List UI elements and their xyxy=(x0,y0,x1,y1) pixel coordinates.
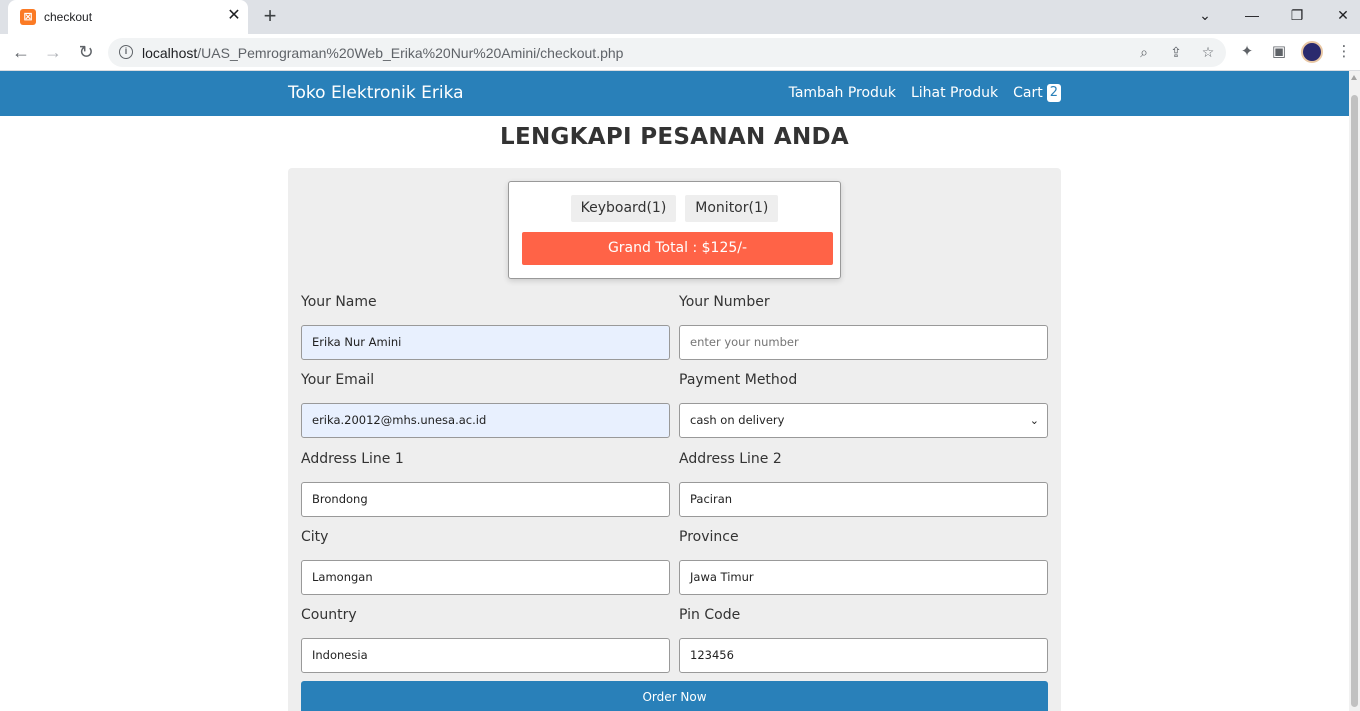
reload-icon[interactable]: ↻ xyxy=(74,40,98,64)
pincode-input[interactable]: 123456 xyxy=(679,638,1048,673)
tab-title: checkout xyxy=(44,10,93,24)
bookmark-star-icon[interactable]: ☆ xyxy=(1198,42,1218,62)
page-title: LENGKAPI PESANAN ANDA xyxy=(499,124,850,150)
nav-lihat-produk[interactable]: Lihat Produk xyxy=(911,85,998,101)
field-name: Your Name Erika Nur Amini xyxy=(301,294,670,360)
payment-label: Payment Method xyxy=(679,372,798,388)
site-info-icon[interactable]: i xyxy=(119,45,133,59)
country-label: Country xyxy=(301,607,357,623)
browser-tab[interactable]: ⊠ checkout ✕ xyxy=(8,0,248,34)
browser-toolbar: ← → ↻ i localhost/UAS_Pemrograman%20Web_… xyxy=(0,34,1360,71)
new-tab-icon[interactable]: + xyxy=(258,5,282,29)
scroll-up-arrow-icon[interactable] xyxy=(1351,75,1357,80)
field-email: Your Email erika.20012@mhs.unesa.ac.id xyxy=(301,372,670,438)
restore-icon[interactable]: ❐ xyxy=(1282,4,1312,26)
close-window-icon[interactable]: ✕ xyxy=(1328,4,1358,26)
cart-label: Cart xyxy=(1013,85,1043,101)
field-pincode: Pin Code 123456 xyxy=(679,607,1048,673)
address-bar[interactable]: i localhost/UAS_Pemrograman%20Web_Erika%… xyxy=(108,38,1226,67)
site-header: Toko Elektronik Erika Tambah Produk Liha… xyxy=(0,71,1349,116)
field-number: Your Number enter your number xyxy=(679,294,1048,360)
field-city: City Lamongan xyxy=(301,529,670,595)
order-now-button[interactable]: Order Now xyxy=(301,681,1048,711)
address1-input[interactable]: Brondong xyxy=(301,482,670,517)
brand-logo[interactable]: Toko Elektronik Erika xyxy=(288,83,464,103)
pincode-label: Pin Code xyxy=(679,607,741,623)
chevron-down-icon: ⌄ xyxy=(1029,414,1039,427)
page-viewport: Toko Elektronik Erika Tambah Produk Liha… xyxy=(0,71,1349,711)
tab-search-chevron-icon[interactable]: ⌄ xyxy=(1190,4,1220,26)
field-payment: Payment Method cash on delivery ⌄ xyxy=(679,372,1048,438)
summary-item: Monitor(1) xyxy=(685,195,779,222)
address2-label: Address Line 2 xyxy=(679,451,782,467)
country-input[interactable]: Indonesia xyxy=(301,638,670,673)
url-text[interactable]: localhost/UAS_Pemrograman%20Web_Erika%20… xyxy=(142,45,623,61)
summary-items: Keyboard(1) Monitor(1) xyxy=(509,195,840,222)
minimize-icon[interactable]: — xyxy=(1237,4,1267,26)
xampp-favicon-icon: ⊠ xyxy=(20,9,36,25)
extensions-icon[interactable]: ✦ xyxy=(1236,41,1258,63)
field-address1: Address Line 1 Brondong xyxy=(301,451,670,517)
name-input[interactable]: Erika Nur Amini xyxy=(301,325,670,360)
email-input[interactable]: erika.20012@mhs.unesa.ac.id xyxy=(301,403,670,438)
address2-input[interactable]: Paciran xyxy=(679,482,1048,517)
number-label: Your Number xyxy=(679,294,770,310)
back-icon[interactable]: ← xyxy=(9,40,33,64)
field-province: Province Jawa Timur xyxy=(679,529,1048,595)
nav-tambah-produk[interactable]: Tambah Produk xyxy=(789,85,896,101)
url-path: /UAS_Pemrograman%20Web_Erika%20Nur%20Ami… xyxy=(197,45,624,61)
order-summary: Keyboard(1) Monitor(1) Grand Total : $12… xyxy=(508,181,841,279)
scrollbar-thumb[interactable] xyxy=(1351,95,1358,707)
province-label: Province xyxy=(679,529,739,545)
zoom-icon[interactable]: ⌕ xyxy=(1134,42,1154,62)
header-nav: Tambah Produk Lihat Produk Cart 2 xyxy=(789,84,1061,102)
number-input[interactable]: enter your number xyxy=(679,325,1048,360)
forward-icon[interactable]: → xyxy=(41,40,65,64)
nav-cart[interactable]: Cart 2 xyxy=(1013,84,1061,102)
url-host: localhost xyxy=(142,45,198,61)
summary-item: Keyboard(1) xyxy=(570,195,677,222)
page-scrollbar[interactable] xyxy=(1349,71,1360,711)
profile-avatar[interactable] xyxy=(1301,41,1323,63)
city-input[interactable]: Lamongan xyxy=(301,560,670,595)
payment-method-value: cash on delivery xyxy=(690,413,785,427)
share-icon[interactable]: ⇪ xyxy=(1166,42,1186,62)
field-address2: Address Line 2 Paciran xyxy=(679,451,1048,517)
browser-tabstrip: ⊠ checkout ✕ + ⌄ — ❐ ✕ xyxy=(0,0,1360,34)
field-country: Country Indonesia xyxy=(301,607,670,673)
address1-label: Address Line 1 xyxy=(301,451,404,467)
name-label: Your Name xyxy=(301,294,377,310)
province-input[interactable]: Jawa Timur xyxy=(679,560,1048,595)
grand-total: Grand Total : $125/- xyxy=(522,232,833,265)
email-label: Your Email xyxy=(301,372,375,388)
checkout-form: Keyboard(1) Monitor(1) Grand Total : $12… xyxy=(288,168,1061,711)
city-label: City xyxy=(301,529,329,545)
close-tab-icon[interactable]: ✕ xyxy=(224,6,244,26)
side-panel-icon[interactable]: ▣ xyxy=(1268,41,1290,63)
cart-count-badge: 2 xyxy=(1046,84,1061,102)
payment-method-select[interactable]: cash on delivery ⌄ xyxy=(679,403,1048,438)
menu-kebab-icon[interactable]: ⋮ xyxy=(1333,41,1355,63)
